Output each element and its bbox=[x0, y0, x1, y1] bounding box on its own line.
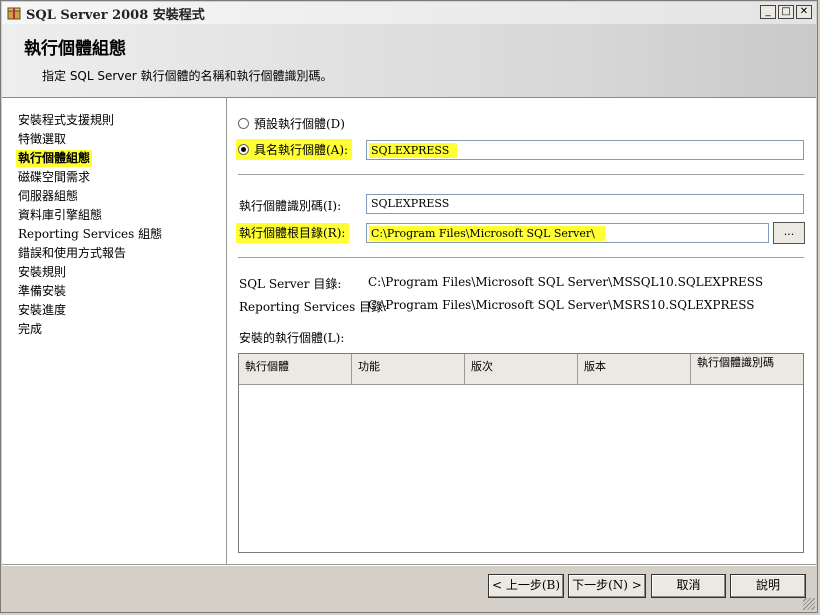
steps-sidebar: 安裝程式支援規則 特徵選取 執行個體組態 磁碟空間需求 伺服器組態 資料庫引擎組… bbox=[2, 98, 227, 564]
installed-instances-label: 安裝的執行個體(L): bbox=[239, 331, 345, 345]
column-header-instance[interactable]: 執行個體 bbox=[239, 354, 352, 384]
installer-window: SQL Server 2008 安裝程式 _ □ ✕ 執行個體組態 指定 SQL… bbox=[0, 0, 818, 613]
nav-item-ready-to-install[interactable]: 準備安裝 bbox=[16, 283, 68, 300]
sql-dir-label: SQL Server 目錄: bbox=[239, 277, 342, 291]
nav-item-disk-space[interactable]: 磁碟空間需求 bbox=[16, 169, 92, 186]
cancel-button[interactable]: 取消 bbox=[651, 574, 726, 598]
named-instance-radio[interactable] bbox=[238, 144, 249, 155]
help-button[interactable]: 說明 bbox=[730, 574, 806, 598]
sql-setup-box-icon bbox=[6, 5, 22, 21]
back-button[interactable]: < 上一步(B) bbox=[488, 574, 564, 598]
nav-item-feature-selection[interactable]: 特徵選取 bbox=[16, 131, 68, 148]
default-instance-label: 預設執行個體(D) bbox=[254, 117, 345, 131]
nav-item-install-rules[interactable]: 安裝規則 bbox=[16, 264, 68, 281]
table-header: 執行個體 功能 版次 版本 執行個體識別碼 bbox=[239, 354, 803, 385]
named-instance-input[interactable]: SQLEXPRESS bbox=[366, 140, 804, 160]
instance-id-value: SQLEXPRESS bbox=[371, 197, 450, 210]
nav-item-server-configuration[interactable]: 伺服器組態 bbox=[16, 188, 80, 205]
divider bbox=[238, 257, 804, 259]
column-header-version[interactable]: 版本 bbox=[578, 354, 691, 384]
column-header-instance-id[interactable]: 執行個體識別碼 bbox=[691, 354, 803, 384]
footer-divider bbox=[2, 564, 816, 566]
nav-item-error-reporting[interactable]: 錯誤和使用方式報告 bbox=[16, 245, 128, 262]
nav-item-instance-configuration[interactable]: 執行個體組態 bbox=[16, 150, 93, 167]
default-instance-option[interactable]: 預設執行個體(D) bbox=[238, 115, 345, 132]
page-header: 執行個體組態 指定 SQL Server 執行個體的名稱和執行個體識別碼。 bbox=[2, 24, 816, 98]
maximize-button[interactable]: □ bbox=[778, 5, 794, 19]
root-dir-label: 執行個體根目錄(R): bbox=[236, 223, 350, 243]
root-dir-value: C:\Program Files\Microsoft SQL Server\ bbox=[369, 226, 605, 241]
nav-item-setup-support-rules[interactable]: 安裝程式支援規則 bbox=[16, 112, 116, 129]
window-controls: _ □ ✕ bbox=[760, 5, 812, 19]
column-header-edition[interactable]: 版次 bbox=[465, 354, 578, 384]
instance-id-input[interactable]: SQLEXPRESS bbox=[366, 194, 804, 214]
root-dir-input[interactable]: C:\Program Files\Microsoft SQL Server\ bbox=[366, 223, 769, 243]
nav-item-complete[interactable]: 完成 bbox=[16, 321, 44, 338]
installed-instances-table[interactable]: 執行個體 功能 版次 版本 執行個體識別碼 bbox=[238, 353, 804, 553]
rs-dir-value: C:\Program Files\Microsoft SQL Server\MS… bbox=[368, 298, 755, 312]
next-button[interactable]: 下一步(N) > bbox=[568, 574, 646, 598]
divider bbox=[238, 174, 804, 176]
nav-item-install-progress[interactable]: 安裝進度 bbox=[16, 302, 68, 319]
rs-dir-label: Reporting Services 目錄: bbox=[239, 300, 388, 314]
default-instance-radio[interactable] bbox=[238, 118, 249, 129]
named-instance-label: 具名執行個體(A): bbox=[254, 143, 349, 157]
column-header-features[interactable]: 功能 bbox=[352, 354, 465, 384]
instance-id-label: 執行個體識別碼(I): bbox=[239, 199, 342, 213]
sql-dir-value: C:\Program Files\Microsoft SQL Server\MS… bbox=[368, 275, 764, 289]
resize-grip-icon[interactable] bbox=[803, 598, 815, 610]
page-title: 執行個體組態 bbox=[24, 39, 126, 59]
named-instance-value: SQLEXPRESS bbox=[369, 143, 458, 158]
minimize-button[interactable]: _ bbox=[760, 5, 776, 19]
named-instance-option[interactable]: 具名執行個體(A): bbox=[236, 139, 353, 160]
nav-item-database-engine[interactable]: 資料庫引擎組態 bbox=[16, 207, 104, 224]
browse-button[interactable]: ... bbox=[773, 222, 805, 244]
nav-item-reporting-services[interactable]: Reporting Services 組態 bbox=[16, 226, 164, 243]
close-button[interactable]: ✕ bbox=[796, 5, 812, 19]
page-description: 指定 SQL Server 執行個體的名稱和執行個體識別碼。 bbox=[42, 69, 333, 83]
title-bar: SQL Server 2008 安裝程式 _ □ ✕ bbox=[2, 2, 816, 25]
window-title: SQL Server 2008 安裝程式 bbox=[26, 7, 205, 23]
